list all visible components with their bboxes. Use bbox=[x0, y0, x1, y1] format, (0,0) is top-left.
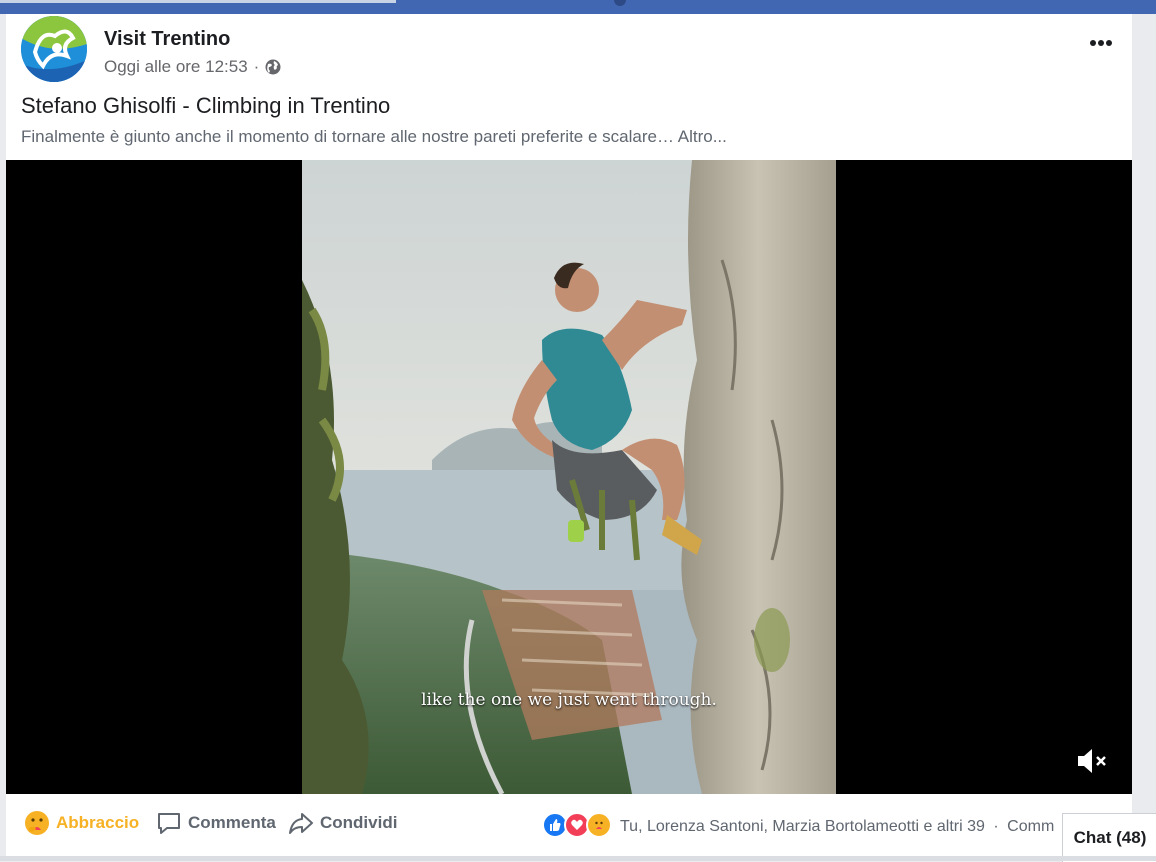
meta-separator: · bbox=[253, 57, 260, 76]
care-reaction-icon bbox=[586, 812, 612, 838]
comment-button[interactable]: Commenta bbox=[156, 810, 276, 836]
page-name[interactable]: Visit Trentino bbox=[104, 28, 230, 51]
video-subtitle: like the one we just went through. bbox=[421, 690, 717, 710]
share-button[interactable]: Condividi bbox=[288, 810, 397, 836]
bottom-strip bbox=[0, 856, 1156, 861]
share-label: Condividi bbox=[320, 813, 398, 832]
chat-tab[interactable]: Chat (48) bbox=[1062, 813, 1156, 862]
post-text[interactable]: Finalmente è giunto anche il momento di … bbox=[21, 127, 727, 147]
post-card: Visit Trentino Oggi alle ore 12:53 · Ste… bbox=[6, 14, 1132, 856]
react-label: Abbraccio bbox=[56, 813, 140, 832]
care-icon bbox=[25, 811, 49, 835]
top-navigation-bar bbox=[0, 0, 1156, 14]
top-bar-icon[interactable] bbox=[614, 0, 626, 6]
visit-trentino-logo-icon bbox=[21, 16, 87, 82]
more-options-button[interactable] bbox=[1089, 27, 1113, 53]
comments-link[interactable]: Comm bbox=[1007, 818, 1054, 835]
summary-separator: · bbox=[993, 818, 999, 835]
post-timestamp[interactable]: Oggi alle ore 12:53 bbox=[104, 57, 248, 77]
reactors-text[interactable]: Tu, Lorenza Santoni, Marzia Bortolameott… bbox=[620, 818, 985, 835]
volume-muted-icon bbox=[1078, 749, 1106, 773]
mute-button[interactable] bbox=[1074, 746, 1110, 776]
post-meta: Oggi alle ore 12:53 · bbox=[104, 57, 281, 77]
react-button[interactable]: Abbraccio bbox=[24, 810, 139, 836]
share-icon bbox=[289, 813, 313, 834]
globe-icon[interactable] bbox=[265, 59, 281, 75]
page-avatar[interactable] bbox=[21, 16, 87, 82]
video-player[interactable]: like the one we just went through. bbox=[6, 160, 1132, 794]
comment-icon bbox=[158, 813, 180, 834]
comment-label: Commenta bbox=[188, 813, 276, 832]
video-frame[interactable]: like the one we just went through. bbox=[302, 160, 836, 794]
reaction-summary[interactable]: Tu, Lorenza Santoni, Marzia Bortolameott… bbox=[620, 818, 1054, 836]
post-title[interactable]: Stefano Ghisolfi - Climbing in Trentino bbox=[21, 93, 390, 119]
top-bar-highlight bbox=[0, 0, 396, 3]
post-action-bar: Abbraccio Commenta Condividi Tu, Lorenza… bbox=[6, 804, 1132, 852]
reaction-icons[interactable] bbox=[542, 812, 612, 838]
more-dots-icon bbox=[1090, 40, 1112, 46]
